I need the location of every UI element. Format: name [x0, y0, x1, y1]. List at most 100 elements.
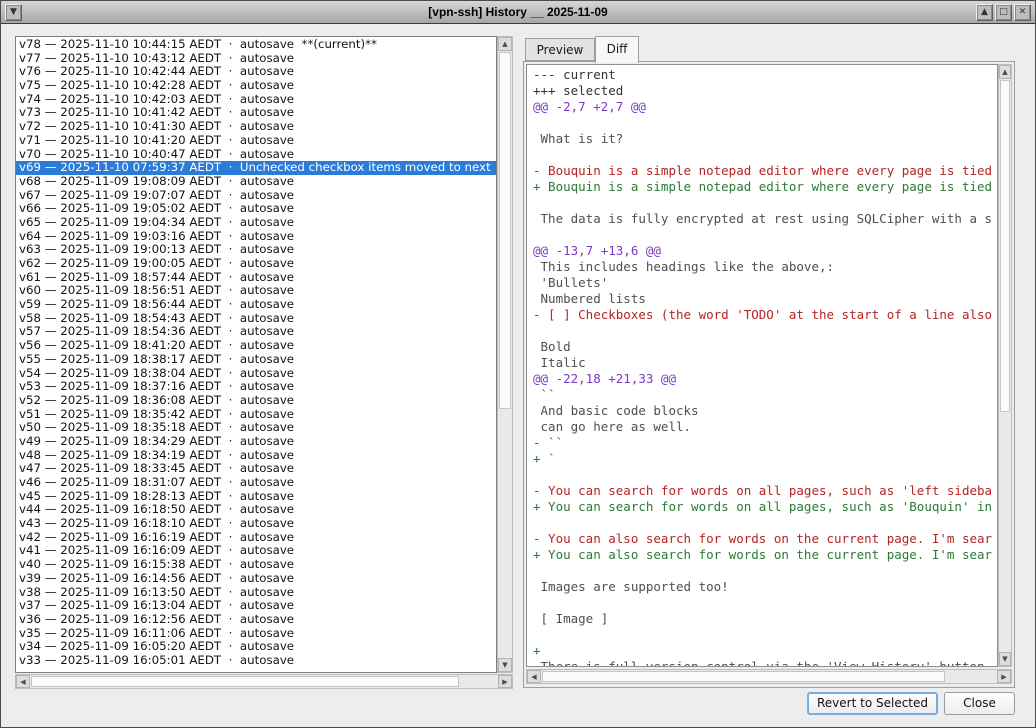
list-item[interactable]: v49 — 2025-11-09 18:34:29 AEDT · autosav… — [19, 435, 496, 449]
list-item[interactable]: v55 — 2025-11-09 18:38:17 AEDT · autosav… — [19, 353, 496, 367]
list-item[interactable]: v33 — 2025-11-09 16:05:01 AEDT · autosav… — [19, 654, 496, 668]
diff-line: Numbered lists — [533, 291, 997, 307]
diff-hscrollbar[interactable]: ◀ ▶ — [526, 669, 1012, 684]
list-item[interactable]: v62 — 2025-11-09 19:00:05 AEDT · autosav… — [19, 257, 496, 271]
list-item[interactable]: v56 — 2025-11-09 18:41:20 AEDT · autosav… — [19, 339, 496, 353]
list-item[interactable]: v63 — 2025-11-09 19:00:13 AEDT · autosav… — [19, 243, 496, 257]
diff-line — [533, 147, 997, 163]
list-item[interactable]: v51 — 2025-11-09 18:35:42 AEDT · autosav… — [19, 408, 496, 422]
diff-line: @@ -22,18 +21,33 @@ — [533, 371, 997, 387]
list-item[interactable]: v61 — 2025-11-09 18:57:44 AEDT · autosav… — [19, 271, 496, 285]
list-item[interactable]: v42 — 2025-11-09 16:16:19 AEDT · autosav… — [19, 531, 496, 545]
list-item[interactable]: v71 — 2025-11-10 10:41:20 AEDT · autosav… — [19, 134, 496, 148]
list-item[interactable]: v45 — 2025-11-09 18:28:13 AEDT · autosav… — [19, 490, 496, 504]
list-item[interactable]: v46 — 2025-11-09 18:31:07 AEDT · autosav… — [19, 476, 496, 490]
close-button[interactable]: Close — [944, 692, 1015, 715]
list-item[interactable]: v34 — 2025-11-09 16:05:20 AEDT · autosav… — [19, 640, 496, 654]
list-item[interactable]: v53 — 2025-11-09 18:37:16 AEDT · autosav… — [19, 380, 496, 394]
list-item[interactable]: v58 — 2025-11-09 18:54:43 AEDT · autosav… — [19, 312, 496, 326]
diff-line — [533, 467, 997, 483]
window-title: [vpn-ssh] History __ 2025-11-09 — [1, 1, 1035, 24]
scroll-right-icon[interactable]: ▶ — [997, 670, 1011, 683]
diff-vscrollbar[interactable]: ▲ ▼ — [998, 64, 1012, 667]
list-item[interactable]: v73 — 2025-11-10 10:41:42 AEDT · autosav… — [19, 106, 496, 120]
diff-line: `` — [533, 387, 997, 403]
diff-line: can go here as well. — [533, 419, 997, 435]
list-item[interactable]: v78 — 2025-11-10 10:44:15 AEDT · autosav… — [19, 38, 496, 52]
list-item[interactable]: v77 — 2025-11-10 10:43:12 AEDT · autosav… — [19, 52, 496, 66]
diff-line: 'Bullets' — [533, 275, 997, 291]
scroll-left-icon[interactable]: ◀ — [16, 675, 30, 688]
list-item[interactable]: v40 — 2025-11-09 16:15:38 AEDT · autosav… — [19, 558, 496, 572]
list-item[interactable]: v39 — 2025-11-09 16:14:56 AEDT · autosav… — [19, 572, 496, 586]
list-item[interactable]: v74 — 2025-11-10 10:42:03 AEDT · autosav… — [19, 93, 496, 107]
list-item[interactable]: v65 — 2025-11-09 19:04:34 AEDT · autosav… — [19, 216, 496, 230]
list-item[interactable]: v72 — 2025-11-10 10:41:30 AEDT · autosav… — [19, 120, 496, 134]
list-item[interactable]: v68 — 2025-11-09 19:08:09 AEDT · autosav… — [19, 175, 496, 189]
history-list-vscrollbar[interactable]: ▲ ▼ — [497, 36, 513, 673]
scrollbar-thumb[interactable] — [499, 52, 511, 409]
list-item[interactable]: v64 — 2025-11-09 19:03:16 AEDT · autosav… — [19, 230, 496, 244]
diff-line — [533, 115, 997, 131]
history-list[interactable]: v78 — 2025-11-10 10:44:15 AEDT · autosav… — [15, 36, 497, 673]
diff-text[interactable]: --- current+++ selected@@ -2,7 +2,7 @@ W… — [526, 64, 998, 667]
list-item[interactable]: v66 — 2025-11-09 19:05:02 AEDT · autosav… — [19, 202, 496, 216]
diff-line: + You can search for words on all pages,… — [533, 499, 997, 515]
list-item[interactable]: v37 — 2025-11-09 16:13:04 AEDT · autosav… — [19, 599, 496, 613]
list-item[interactable]: v69 — 2025-11-10 07:59:37 AEDT · Uncheck… — [16, 161, 496, 175]
close-icon[interactable]: ✕ — [1014, 4, 1031, 21]
diff-line: +++ selected — [533, 83, 997, 99]
list-item[interactable]: v75 — 2025-11-10 10:42:28 AEDT · autosav… — [19, 79, 496, 93]
scrollbar-thumb[interactable] — [542, 671, 945, 682]
diff-line — [533, 227, 997, 243]
diff-line: The data is fully encrypted at rest usin… — [533, 211, 997, 227]
scrollbar-thumb[interactable] — [31, 676, 459, 687]
diff-line: @@ -13,7 +13,6 @@ — [533, 243, 997, 259]
diff-line — [533, 515, 997, 531]
list-item[interactable]: v57 — 2025-11-09 18:54:36 AEDT · autosav… — [19, 325, 496, 339]
diff-line: - Bouquin is a simple notepad editor whe… — [533, 163, 997, 179]
list-item[interactable]: v48 — 2025-11-09 18:34:19 AEDT · autosav… — [19, 449, 496, 463]
list-item[interactable]: v36 — 2025-11-09 16:12:56 AEDT · autosav… — [19, 613, 496, 627]
scroll-right-icon[interactable]: ▶ — [498, 675, 512, 688]
scroll-up-icon[interactable]: ▲ — [498, 37, 512, 51]
diff-line: + ` — [533, 451, 997, 467]
diff-line: This includes headings like the above,: — [533, 259, 997, 275]
scroll-left-icon[interactable]: ◀ — [527, 670, 541, 683]
diff-line: Images are supported too! — [533, 579, 997, 595]
list-item[interactable]: v47 — 2025-11-09 18:33:45 AEDT · autosav… — [19, 462, 496, 476]
shade-icon[interactable]: ▲ — [976, 4, 993, 21]
scroll-down-icon[interactable]: ▼ — [498, 658, 512, 672]
diff-line: @@ -2,7 +2,7 @@ — [533, 99, 997, 115]
list-item[interactable]: v38 — 2025-11-09 16:13:50 AEDT · autosav… — [19, 586, 496, 600]
diff-line: What is it? — [533, 131, 997, 147]
diff-line — [533, 195, 997, 211]
history-list-hscrollbar[interactable]: ◀ ▶ — [15, 674, 513, 689]
diff-line: + Bouquin is a simple notepad editor whe… — [533, 179, 997, 195]
list-item[interactable]: v35 — 2025-11-09 16:11:06 AEDT · autosav… — [19, 627, 496, 641]
diff-line: There is full version control via the 'V… — [533, 659, 997, 667]
revert-to-selected-button[interactable]: Revert to Selected — [807, 692, 938, 715]
list-item[interactable]: v43 — 2025-11-09 16:18:10 AEDT · autosav… — [19, 517, 496, 531]
scroll-up-icon[interactable]: ▲ — [999, 65, 1011, 79]
list-item[interactable]: v70 — 2025-11-10 10:40:47 AEDT · autosav… — [19, 148, 496, 162]
diff-line — [533, 595, 997, 611]
scrollbar-thumb[interactable] — [1000, 80, 1010, 412]
diff-line: --- current — [533, 67, 997, 83]
list-item[interactable]: v67 — 2025-11-09 19:07:07 AEDT · autosav… — [19, 189, 496, 203]
list-item[interactable]: v76 — 2025-11-10 10:42:44 AEDT · autosav… — [19, 65, 496, 79]
maximize-icon[interactable]: □ — [995, 4, 1012, 21]
window-menu-icon[interactable]: ▼ — [5, 4, 22, 21]
list-item[interactable]: v60 — 2025-11-09 18:56:51 AEDT · autosav… — [19, 284, 496, 298]
tab-diff[interactable]: Diff — [595, 36, 639, 63]
list-item[interactable]: v41 — 2025-11-09 16:16:09 AEDT · autosav… — [19, 544, 496, 558]
list-item[interactable]: v52 — 2025-11-09 18:36:08 AEDT · autosav… — [19, 394, 496, 408]
list-item[interactable]: v44 — 2025-11-09 16:18:50 AEDT · autosav… — [19, 503, 496, 517]
list-item[interactable]: v54 — 2025-11-09 18:38:04 AEDT · autosav… — [19, 367, 496, 381]
diff-line: - You can search for words on all pages,… — [533, 483, 997, 499]
diff-line: And basic code blocks — [533, 403, 997, 419]
scroll-down-icon[interactable]: ▼ — [999, 652, 1011, 666]
list-item[interactable]: v50 — 2025-11-09 18:35:18 AEDT · autosav… — [19, 421, 496, 435]
list-item[interactable]: v59 — 2025-11-09 18:56:44 AEDT · autosav… — [19, 298, 496, 312]
tab-preview[interactable]: Preview — [525, 38, 595, 61]
